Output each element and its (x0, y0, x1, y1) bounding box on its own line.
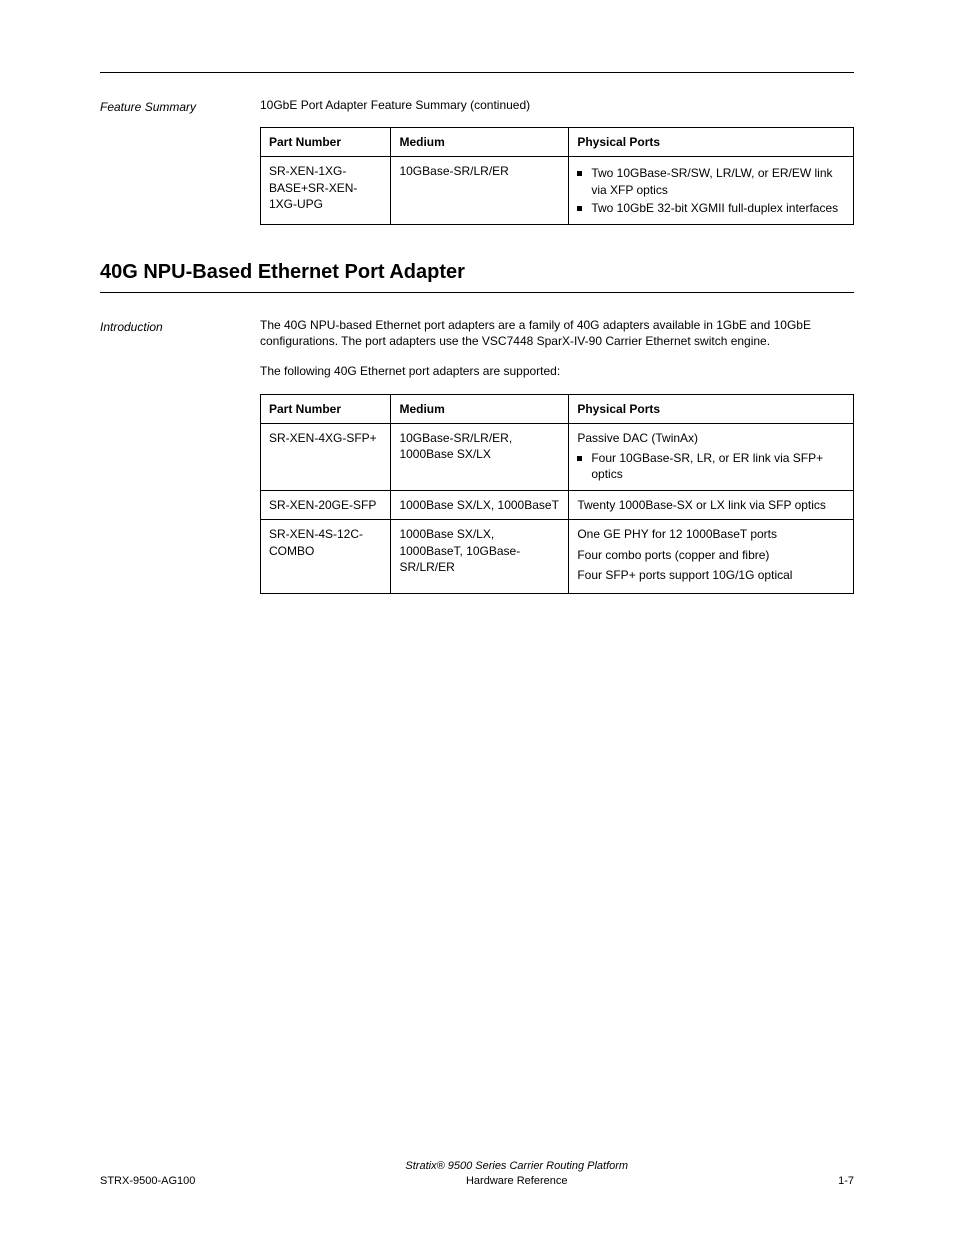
phys-line: Four combo ports (copper and fibre) (577, 547, 845, 563)
cell-phys: Two 10GBase-SR/SW, LR/LW, or ER/EW link … (569, 157, 854, 225)
cell-phys: One GE PHY for 12 1000BaseT ports Four c… (569, 520, 854, 594)
table-header-row: Part Number Medium Physical Ports (261, 128, 854, 157)
table-header-row: Part Number Medium Physical Ports (261, 394, 854, 423)
page-footer: STRX-9500-AG100 Stratix® 9500 Series Car… (100, 1159, 854, 1189)
section-introduction: Introduction The 40G NPU-based Ethernet … (100, 315, 854, 594)
heading-rule (100, 292, 854, 293)
cell-part: SR-XEN-1XG-BASE+SR-XEN-1XG-UPG (261, 157, 391, 225)
phys-bullet: Two 10GBase-SR/SW, LR/LW, or ER/EW link … (577, 165, 845, 197)
th-part-number: Part Number (261, 128, 391, 157)
table1-caption: 10GbE Port Adapter Feature Summary (cont… (260, 97, 854, 113)
cell-medium: 1000Base SX/LX, 1000BaseT, 10GBase-SR/LR… (391, 520, 569, 594)
footer-center: Stratix® 9500 Series Carrier Routing Pla… (195, 1159, 838, 1189)
phys-bullet: Four 10GBase-SR, LR, or ER link via SFP+… (577, 450, 845, 482)
phys-bullet: Two 10GbE 32-bit XGMII full-duplex inter… (577, 200, 845, 216)
th-part-number: Part Number (261, 394, 391, 423)
th-physical-ports: Physical Ports (569, 394, 854, 423)
intro-paragraph: The 40G NPU-based Ethernet port adapters… (260, 317, 854, 349)
table-10gbe: Part Number Medium Physical Ports SR-XEN… (260, 127, 854, 225)
top-rule (100, 72, 854, 73)
footer-center-line2: Hardware Reference (466, 1175, 568, 1187)
table2-lead-in: The following 40G Ethernet port adapters… (260, 363, 854, 379)
table-row: SR-XEN-1XG-BASE+SR-XEN-1XG-UPG 10GBase-S… (261, 157, 854, 225)
cell-medium: 1000Base SX/LX, 1000BaseT (391, 491, 569, 520)
phys-line: Four SFP+ ports support 10G/1G optical (577, 567, 845, 583)
th-physical-ports: Physical Ports (569, 128, 854, 157)
left-label-introduction: Introduction (100, 315, 250, 335)
section-heading: 40G NPU-Based Ethernet Port Adapter (100, 259, 854, 286)
footer-right: 1-7 (838, 1174, 854, 1189)
section-feature-summary: Feature Summary 10GbE Port Adapter Featu… (100, 95, 854, 225)
cell-phys: Twenty 1000Base-SX or LX link via SFP op… (569, 491, 854, 520)
left-label-feature-summary: Feature Summary (100, 95, 250, 115)
table-row: SR-XEN-4XG-SFP+ 10GBase-SR/LR/ER, 1000Ba… (261, 423, 854, 491)
cell-medium: 10GBase-SR/LR/ER (391, 157, 569, 225)
cell-medium: 10GBase-SR/LR/ER, 1000Base SX/LX (391, 423, 569, 491)
th-medium: Medium (391, 128, 569, 157)
phys-line: One GE PHY for 12 1000BaseT ports (577, 526, 845, 542)
footer-center-line1: Stratix® 9500 Series Carrier Routing Pla… (405, 1160, 628, 1172)
heading-area: 40G NPU-Based Ethernet Port Adapter (100, 259, 854, 293)
phys-line: Passive DAC (TwinAx) (577, 430, 845, 446)
table-row: SR-XEN-4S-12C-COMBO 1000Base SX/LX, 1000… (261, 520, 854, 594)
cell-part: SR-XEN-20GE-SFP (261, 491, 391, 520)
table-row: SR-XEN-20GE-SFP 1000Base SX/LX, 1000Base… (261, 491, 854, 520)
cell-part: SR-XEN-4S-12C-COMBO (261, 520, 391, 594)
table-40g: Part Number Medium Physical Ports SR-XEN… (260, 394, 854, 595)
th-medium: Medium (391, 394, 569, 423)
cell-part: SR-XEN-4XG-SFP+ (261, 423, 391, 491)
footer-left: STRX-9500-AG100 (100, 1174, 195, 1189)
cell-phys: Passive DAC (TwinAx) Four 10GBase-SR, LR… (569, 423, 854, 491)
